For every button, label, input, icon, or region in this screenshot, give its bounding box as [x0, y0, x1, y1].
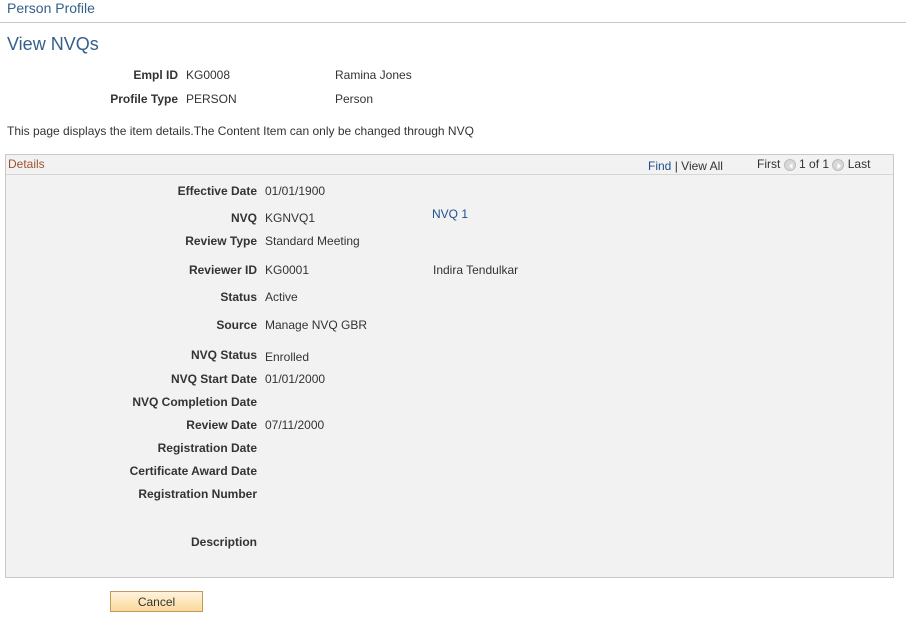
- profile-type-desc: Person: [335, 92, 374, 106]
- page-title: View NVQs: [7, 34, 99, 54]
- nvq-start-date-label: NVQ Start Date: [170, 372, 257, 386]
- page-count: 1 of 1: [799, 157, 830, 171]
- status-value: Active: [265, 290, 298, 304]
- review-date-value: 07/11/2000: [265, 418, 325, 432]
- reviewer-id-value: KG0001: [265, 263, 310, 277]
- cancel-button[interactable]: Cancel: [110, 591, 203, 612]
- last-label[interactable]: Last: [848, 157, 871, 171]
- empl-name: Ramina Jones: [335, 68, 412, 82]
- effective-date-label: Effective Date: [177, 184, 257, 198]
- review-type-label: Review Type: [185, 234, 257, 248]
- right-arrow-icon[interactable]: [832, 158, 845, 171]
- nvq-status-value: Enrolled: [265, 350, 310, 364]
- source-label: Source: [216, 318, 257, 332]
- nav-separator: |: [674, 159, 678, 173]
- find-link[interactable]: Find | View All: [648, 159, 723, 173]
- nvq-start-date-value: 01/01/2000: [265, 372, 326, 386]
- find-link-text[interactable]: Find: [648, 159, 671, 173]
- review-date-label: Review Date: [186, 418, 257, 432]
- details-header: Details Find | View All First 1 of 1 Las…: [6, 155, 893, 175]
- left-arrow-icon[interactable]: [783, 158, 796, 171]
- effective-date-value: 01/01/1900: [265, 184, 326, 198]
- breadcrumb: Person Profile: [7, 0, 95, 16]
- registration-date-label: Registration Date: [157, 441, 257, 455]
- nvq-status-label: NVQ Status: [190, 348, 257, 362]
- pagination: First 1 of 1 Last: [757, 157, 870, 171]
- certificate-award-date-label: Certificate Award Date: [129, 464, 257, 478]
- nvq-completion-date-label: NVQ Completion Date: [132, 395, 257, 409]
- reviewer-name: Indira Tendulkar: [433, 263, 519, 277]
- view-all-link[interactable]: View All: [681, 159, 723, 173]
- profile-type-value: PERSON: [186, 92, 237, 106]
- reviewer-id-label: Reviewer ID: [188, 263, 257, 277]
- empl-id-value: KG0008: [186, 68, 231, 82]
- nvq-link[interactable]: NVQ 1: [432, 207, 468, 221]
- nvq-label: NVQ: [230, 211, 257, 225]
- header-divider: [0, 22, 906, 23]
- review-type-value: Standard Meeting: [265, 234, 360, 248]
- first-label[interactable]: First: [757, 157, 780, 171]
- status-label: Status: [220, 290, 257, 304]
- profile-type-label: Profile Type: [110, 92, 178, 106]
- registration-number-label: Registration Number: [138, 487, 257, 501]
- info-text: This page displays the item details.The …: [7, 124, 474, 138]
- nvq-value: KGNVQ1: [265, 211, 316, 225]
- empl-id-label: Empl ID: [133, 68, 178, 82]
- details-title: Details: [8, 157, 45, 171]
- source-value: Manage NVQ GBR: [265, 318, 368, 332]
- description-label: Description: [190, 535, 257, 549]
